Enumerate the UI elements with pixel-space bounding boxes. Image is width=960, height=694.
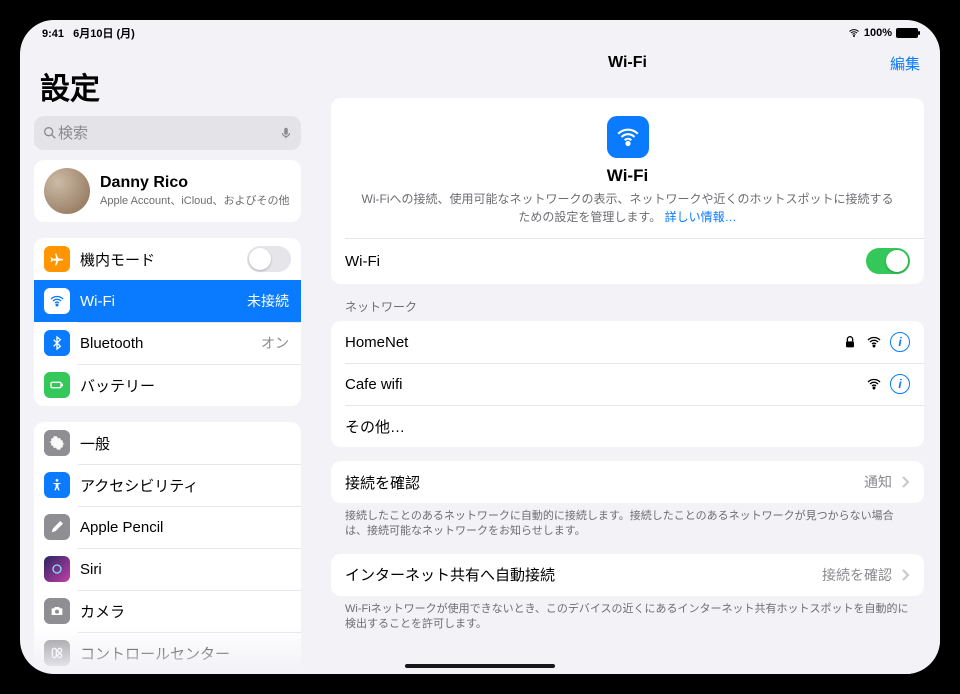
screen: 9:41 6月10日 (月) 100% 設定 bbox=[20, 20, 940, 674]
chevron-right-icon bbox=[900, 568, 910, 582]
ipad-frame: 9:41 6月10日 (月) 100% 設定 bbox=[10, 10, 950, 684]
siri-icon bbox=[44, 556, 70, 582]
accessibility-icon bbox=[44, 472, 70, 498]
status-date: 6月10日 (月) bbox=[73, 28, 135, 40]
home-indicator[interactable] bbox=[405, 664, 555, 668]
wifi-hero-title: Wi-Fi bbox=[361, 166, 894, 186]
network-row[interactable]: Cafe wifi i bbox=[331, 363, 924, 405]
sidebar-group-connectivity: 機内モード Wi-Fi 未接続 Bluetooth bbox=[34, 238, 301, 406]
profile-name: Danny Rico bbox=[100, 174, 290, 192]
ask-footer: 接続したことのあるネットワークに自動的に接続します。接続したことのあるネットワー… bbox=[331, 503, 924, 540]
other-network-row[interactable]: その他… bbox=[331, 405, 924, 447]
sidebar-item-accessibility[interactable]: アクセシビリティ bbox=[34, 464, 301, 506]
avatar bbox=[44, 168, 90, 214]
sidebar-item-bluetooth[interactable]: Bluetooth オン bbox=[34, 322, 301, 364]
wifi-status-icon bbox=[848, 27, 860, 39]
wifi-toggle[interactable] bbox=[866, 248, 910, 274]
wifi-hero-icon bbox=[607, 116, 649, 158]
networks-heading: ネットワーク bbox=[331, 298, 924, 321]
networks-list: HomeNet i Cafe wifi i その他… bbox=[331, 321, 924, 447]
hotspot-footer: Wi-Fiネットワークが使用できないとき、このデバイスの近くにあるインターネット… bbox=[331, 596, 924, 633]
settings-sidebar: 設定 Danny Rico Apple Account、iCloud、およびその… bbox=[20, 42, 315, 674]
lock-icon bbox=[842, 334, 858, 350]
wifi-hero-body: Wi-Fiへの接続、使用可能なネットワークの表示、ネットワークや近くのホットスポ… bbox=[362, 192, 894, 224]
battery-setting-icon bbox=[44, 372, 70, 398]
sidebar-item-general[interactable]: 一般 bbox=[34, 422, 301, 464]
camera-icon bbox=[44, 598, 70, 624]
chevron-right-icon bbox=[900, 475, 910, 489]
mic-icon[interactable] bbox=[279, 125, 293, 141]
airplane-toggle[interactable] bbox=[247, 246, 291, 272]
wifi-hero: Wi-Fi Wi-Fiへの接続、使用可能なネットワークの表示、ネットワークや近く… bbox=[331, 98, 924, 238]
sidebar-item-airplane[interactable]: 機内モード bbox=[34, 238, 301, 280]
status-bar: 9:41 6月10日 (月) 100% bbox=[20, 20, 940, 42]
profile-subtitle: Apple Account、iCloud、およびその他 bbox=[100, 192, 290, 208]
edit-button[interactable]: 編集 bbox=[890, 53, 920, 74]
wifi-icon bbox=[44, 288, 70, 314]
sidebar-item-siri[interactable]: Siri bbox=[34, 548, 301, 590]
battery-percent: 100% bbox=[864, 27, 892, 39]
pencil-icon bbox=[44, 514, 70, 540]
auto-join-hotspot-row[interactable]: インターネット共有へ自動接続 接続を確認 bbox=[331, 554, 924, 596]
sidebar-item-control-center[interactable]: コントロールセンター bbox=[34, 632, 301, 674]
wifi-detail-pane: Wi-Fi 編集 Wi-Fi Wi-Fiへの接続、使用可能なネットワークの表示、… bbox=[315, 42, 940, 674]
status-time: 9:41 bbox=[42, 28, 64, 40]
ask-to-join-row[interactable]: 接続を確認 通知 bbox=[331, 461, 924, 503]
wifi-hero-link[interactable]: 詳しい情報… bbox=[665, 210, 737, 224]
gear-icon bbox=[44, 430, 70, 456]
wifi-master-toggle-row[interactable]: Wi-Fi bbox=[331, 238, 924, 284]
sidebar-group-general: 一般 アクセシビリティ Apple Pencil bbox=[34, 422, 301, 674]
detail-title: Wi-Fi bbox=[608, 54, 647, 72]
network-row[interactable]: HomeNet i bbox=[331, 321, 924, 363]
profile-card[interactable]: Danny Rico Apple Account、iCloud、およびその他 bbox=[34, 160, 301, 222]
bluetooth-icon bbox=[44, 330, 70, 356]
airplane-icon bbox=[44, 246, 70, 272]
control-center-icon bbox=[44, 640, 70, 666]
wifi-signal-icon bbox=[866, 376, 882, 392]
battery-icon bbox=[896, 28, 918, 38]
sidebar-item-camera[interactable]: カメラ bbox=[34, 590, 301, 632]
network-info-button[interactable]: i bbox=[890, 332, 910, 352]
settings-title: 設定 bbox=[26, 42, 309, 116]
sidebar-item-pencil[interactable]: Apple Pencil bbox=[34, 506, 301, 548]
search-icon bbox=[42, 125, 58, 141]
sidebar-item-wifi[interactable]: Wi-Fi 未接続 bbox=[34, 280, 301, 322]
sidebar-item-battery[interactable]: バッテリー bbox=[34, 364, 301, 406]
wifi-signal-icon bbox=[866, 334, 882, 350]
search-input[interactable] bbox=[58, 125, 279, 142]
network-info-button[interactable]: i bbox=[890, 374, 910, 394]
detail-navbar: Wi-Fi 編集 bbox=[315, 42, 940, 84]
search-field[interactable] bbox=[34, 116, 301, 150]
